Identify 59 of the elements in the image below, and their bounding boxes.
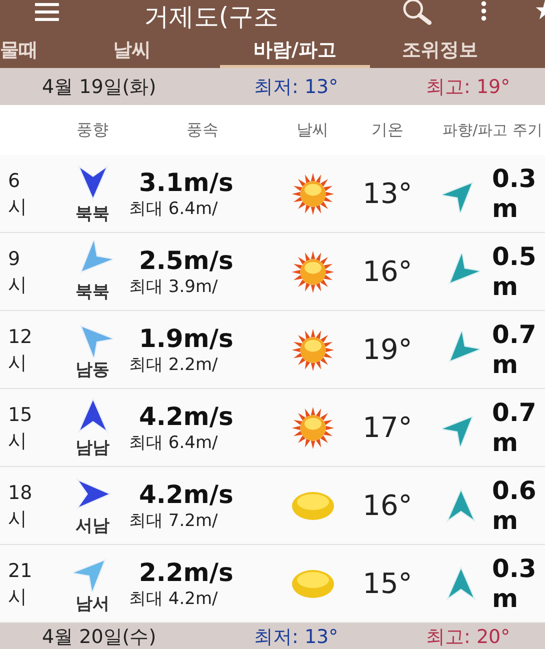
column-header: 파향/파고 주기 xyxy=(442,121,544,139)
wave-height: 0.3 xyxy=(492,164,538,194)
wave-unit: m xyxy=(492,428,520,458)
wind-direction: 남서 xyxy=(76,593,110,615)
temperature: 13° xyxy=(362,177,414,210)
max-wind-speed: 최대 6.4m/ xyxy=(129,198,219,220)
temperature: 16° xyxy=(362,255,414,288)
date-label: 4월 20일(수) xyxy=(42,625,158,649)
low-temperature: 최저: 13° xyxy=(254,625,340,649)
wave-unit: m xyxy=(492,506,520,536)
wave-height: 0.5 xyxy=(492,242,538,272)
wind-direction: 남남 xyxy=(76,437,110,459)
column-header: 기온 xyxy=(370,120,404,140)
wind-speed: 1.9m/s xyxy=(138,324,234,352)
max-wind-speed: 최대 3.9m/ xyxy=(129,276,219,298)
tab[interactable]: 물때 xyxy=(0,34,62,68)
tab[interactable]: 조위정보 xyxy=(370,34,510,68)
wave-height: 0.7 xyxy=(492,320,538,350)
temperature: 16° xyxy=(362,489,414,522)
column-header: 풍향 xyxy=(76,120,110,140)
max-wind-speed: 최대 4.2m/ xyxy=(129,588,219,610)
wind-speed: 2.2m/s xyxy=(138,558,234,586)
menu-icon[interactable] xyxy=(35,1,59,23)
temperature: 19° xyxy=(362,333,414,366)
date-label: 4월 19일(화) xyxy=(42,74,158,100)
wind-direction: 북북 xyxy=(76,203,110,225)
temperature: 15° xyxy=(362,567,414,600)
wind-direction: 남동 xyxy=(76,359,110,381)
time-label: 9시 xyxy=(7,246,28,298)
low-temperature: 최저: 13° xyxy=(254,74,340,100)
max-wind-speed: 최대 2.2m/ xyxy=(129,354,219,376)
time-label: 12시 xyxy=(7,324,34,376)
wave-height: 0.3 xyxy=(492,554,538,584)
wind-speed: 3.1m/s xyxy=(138,168,234,196)
max-wind-speed: 최대 6.4m/ xyxy=(129,432,219,454)
wave-height: 0.7 xyxy=(492,398,538,428)
high-temperature: 최고: 20° xyxy=(426,625,510,649)
wave-unit: m xyxy=(492,584,520,614)
time-label: 18시 xyxy=(7,480,34,532)
wind-speed: 4.2m/s xyxy=(138,480,234,508)
wave-height: 0.6 xyxy=(492,476,538,506)
time-label: 21시 xyxy=(7,558,34,610)
wave-unit: m xyxy=(492,272,520,302)
column-header: 날씨 xyxy=(296,120,330,140)
tab[interactable]: 날씨 xyxy=(62,34,202,68)
more-icon[interactable] xyxy=(481,0,487,22)
wave-unit: m xyxy=(492,350,520,380)
wind-direction: 서남 xyxy=(76,515,110,537)
time-label: 15시 xyxy=(7,402,34,454)
wave-unit: m xyxy=(492,194,520,224)
column-header: 풍속 xyxy=(186,120,220,140)
app-title: 거제도(구조 xyxy=(144,2,280,32)
wind-speed: 4.2m/s xyxy=(138,402,234,430)
high-temperature: 최고: 19° xyxy=(426,74,510,100)
wind-direction: 북북 xyxy=(76,281,110,303)
temperature: 17° xyxy=(362,411,414,444)
time-label: 6시 xyxy=(7,168,28,220)
wind-speed: 2.5m/s xyxy=(138,246,234,274)
max-wind-speed: 최대 7.2m/ xyxy=(129,510,219,532)
